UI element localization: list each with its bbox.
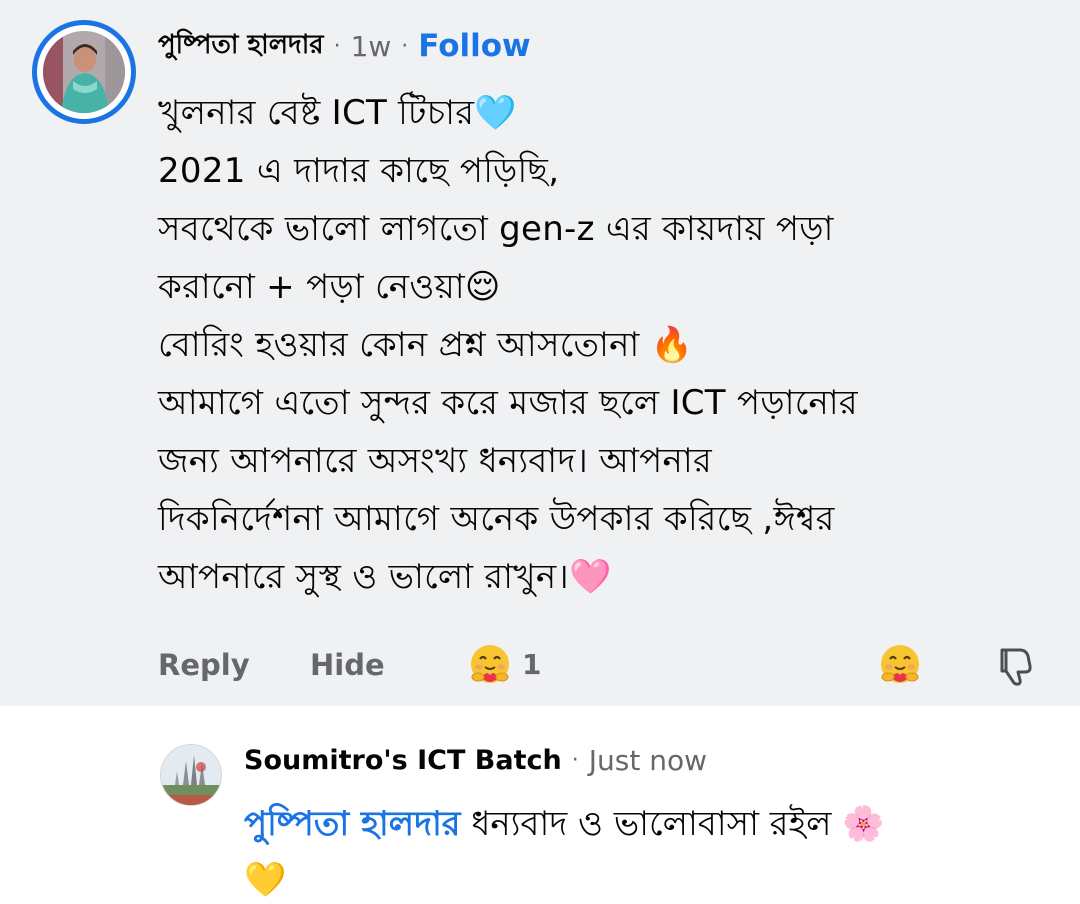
reply-line: পুষ্পিতা হালদার ধন্যবাদ ও ভালোবাসা রইল 🌸 bbox=[244, 796, 1054, 852]
thumbs-down-icon[interactable] bbox=[996, 644, 1036, 688]
reply-button[interactable]: Reply bbox=[158, 648, 250, 682]
comment-line: জন্য আপনারে অসংখ্য ধন্যবাদ। আপনার bbox=[158, 441, 712, 481]
monument-photo-icon bbox=[161, 745, 221, 805]
reply-author-name[interactable]: Soumitro's ICT Batch bbox=[244, 745, 562, 776]
care-react-button-icon[interactable] bbox=[878, 642, 922, 686]
comment-card: পুষ্পিতা হালদার · 1w · Follow খুলনার বেষ… bbox=[0, 0, 1080, 706]
comment-line: বোরিং হওয়ার কোন প্রশ্ন আসতোনা 🔥 bbox=[158, 325, 694, 365]
reply-line: 💛 bbox=[244, 860, 287, 900]
comment-actions: Reply Hide 1 bbox=[158, 640, 1048, 694]
avatar-photo bbox=[43, 31, 125, 113]
comment-line: করানো + পড়া নেওয়া😌 bbox=[158, 267, 501, 307]
meta-separator: · bbox=[333, 33, 341, 59]
comment-text: খুলনার বেষ্ট ICT টিচার🩵 2021 এ দাদার কাছ… bbox=[158, 84, 1058, 606]
comment-line: সবথেকে ভালো লাগতো gen-z এর কায়দায় পড়া bbox=[158, 209, 834, 249]
comment-line: 2021 এ দাদার কাছে পড়িছি, bbox=[158, 151, 560, 191]
reply-message: ধন্যবাদ ও ভালোবাসা রইল 🌸 bbox=[460, 804, 885, 844]
comment-author-name[interactable]: পুষ্পিতা হালদার bbox=[158, 24, 324, 68]
reply-meta: Soumitro's ICT Batch · Just now bbox=[244, 738, 707, 782]
comment-meta: পুষ্পিতা হালদার · 1w · Follow bbox=[158, 24, 531, 68]
avatar-portrait-icon bbox=[43, 31, 125, 113]
comment-line: দিকনির্দেশনা আমাগে অনেক উপকার করিছে ,ঈশ্… bbox=[158, 499, 835, 539]
meta-separator: · bbox=[401, 33, 409, 59]
comment-line: খুলনার বেষ্ট ICT টিচার🩵 bbox=[158, 93, 517, 133]
reply-text: পুষ্পিতা হালদার ধন্যবাদ ও ভালোবাসা রইল 🌸… bbox=[244, 796, 1054, 904]
hide-button[interactable]: Hide bbox=[310, 648, 385, 682]
meta-separator: · bbox=[571, 747, 579, 773]
mention-link[interactable]: পুষ্পিতা হালদার bbox=[244, 804, 461, 844]
care-hug-emoji-icon bbox=[471, 645, 509, 683]
commenter-avatar[interactable] bbox=[32, 20, 136, 124]
reaction-count: 1 bbox=[522, 647, 542, 681]
reaction-summary[interactable]: 1 bbox=[468, 642, 541, 686]
comment-timestamp[interactable]: 1w bbox=[351, 30, 392, 63]
reply-avatar[interactable] bbox=[160, 744, 222, 806]
comment-line: আমাগে এতো সুন্দর করে মজার ছলে ICT পড়ানো… bbox=[158, 383, 858, 423]
comment-line: আপনারে সুস্থ ও ভালো রাখুন।🩷 bbox=[158, 557, 612, 597]
reply-timestamp[interactable]: Just now bbox=[589, 744, 707, 777]
follow-button[interactable]: Follow bbox=[418, 28, 530, 64]
reply-card: Soumitro's ICT Batch · Just now পুষ্পিতা… bbox=[0, 706, 1080, 904]
